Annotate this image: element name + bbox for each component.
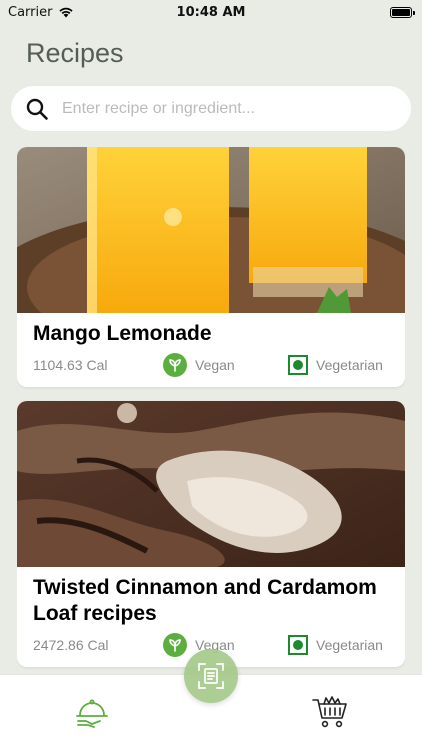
page-title: Recipes xyxy=(26,38,124,68)
search-input[interactable] xyxy=(62,99,382,118)
document-scan-icon xyxy=(198,663,224,689)
recipe-card[interactable]: Mango Lemonade 1104.63 Cal Vegan Vegetar… xyxy=(17,147,405,387)
battery-icon xyxy=(390,6,415,18)
status-left: Carrier xyxy=(8,5,74,20)
recipe-title: Twisted Cinnamon and Cardamom Loaf recip… xyxy=(33,576,377,625)
carrier-label: Carrier xyxy=(8,4,53,20)
recipe-image xyxy=(17,401,405,567)
serving-tray-icon xyxy=(76,699,108,728)
search-bar[interactable] xyxy=(11,86,411,131)
recipe-card[interactable]: Twisted Cinnamon and Cardamom Loaf recip… xyxy=(17,401,405,667)
search-icon xyxy=(26,98,48,120)
vegan-leaf-icon xyxy=(163,353,187,377)
vegetarian-symbol-icon xyxy=(288,635,308,655)
wifi-icon xyxy=(59,7,74,18)
recipe-image xyxy=(17,147,405,313)
calories-label: 1104.63 Cal xyxy=(33,357,108,373)
vegan-label: Vegan xyxy=(195,357,235,373)
vegetarian-symbol-icon xyxy=(288,355,308,375)
vegan-leaf-icon xyxy=(163,633,187,657)
status-bar: Carrier 10:48 AM xyxy=(0,0,422,24)
vegetarian-label: Vegetarian xyxy=(316,357,383,373)
vegetarian-tag: Vegetarian xyxy=(288,355,383,375)
recipe-title: Mango Lemonade xyxy=(33,322,212,345)
recipe-list[interactable]: Mango Lemonade 1104.63 Cal Vegan Vegetar… xyxy=(17,147,405,673)
calories-label: 2472.86 Cal xyxy=(33,637,109,653)
scan-button[interactable] xyxy=(184,649,238,703)
recipe-meta: 1104.63 Cal Vegan Vegetarian xyxy=(17,347,405,387)
vegetarian-label: Vegetarian xyxy=(316,637,383,653)
tab-recipes[interactable] xyxy=(72,695,112,731)
status-time: 10:48 AM xyxy=(176,4,246,20)
shopping-cart-icon xyxy=(312,696,347,728)
vegetarian-tag: Vegetarian xyxy=(288,635,383,655)
vegan-tag: Vegan xyxy=(163,353,288,377)
tab-cart[interactable] xyxy=(310,695,350,731)
